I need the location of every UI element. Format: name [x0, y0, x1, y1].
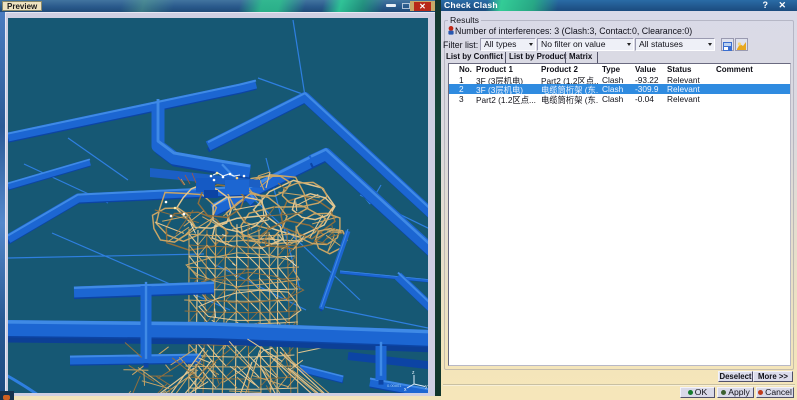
svg-text:0.00#01: 0.00#01	[387, 383, 402, 388]
